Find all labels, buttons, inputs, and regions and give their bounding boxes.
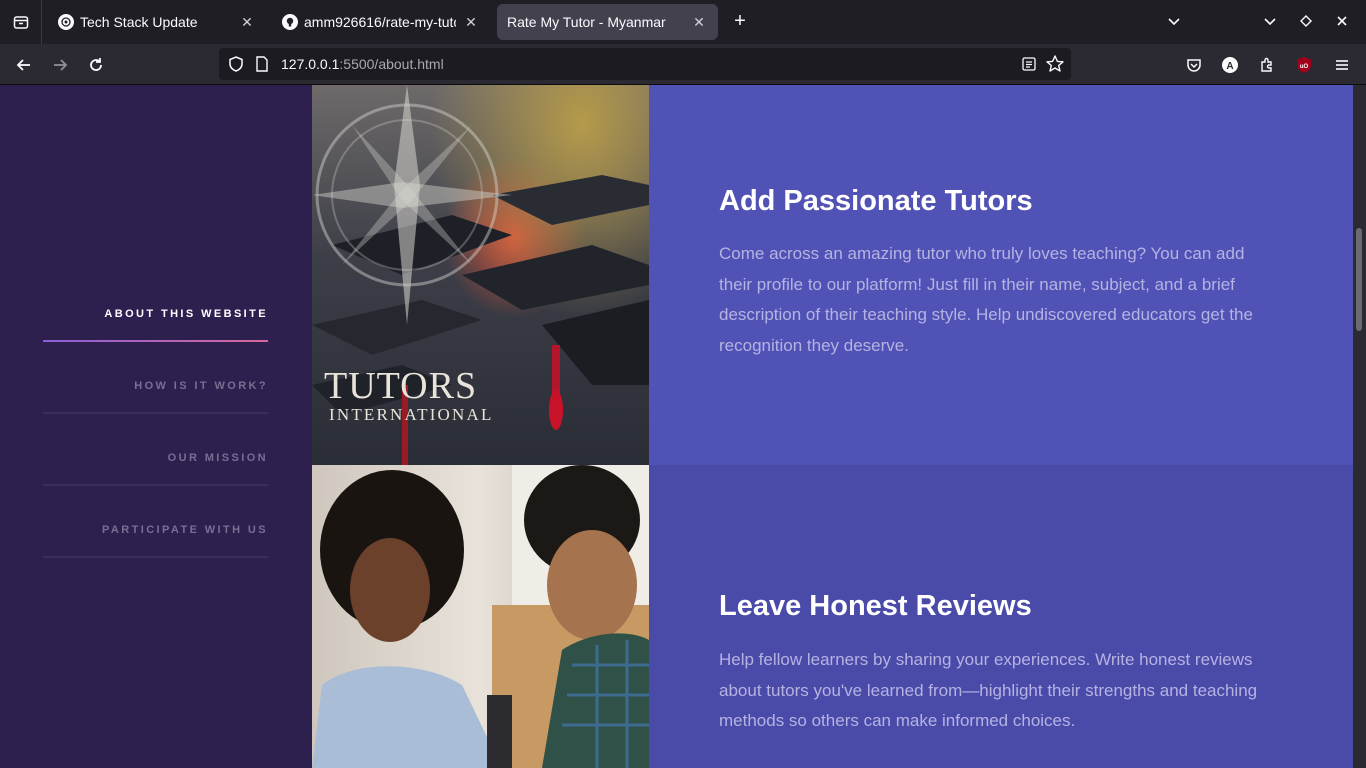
bookmark-star-icon[interactable]	[1045, 54, 1065, 79]
url-bar[interactable]: 127.0.0.1:5500/about.html	[219, 48, 1071, 80]
sidebar-item-label: HOW IS IT WORK?	[134, 380, 268, 392]
sidebar-item-how-is-it-work[interactable]: HOW IS IT WORK?	[43, 342, 268, 414]
reader-view-icon[interactable]	[1021, 56, 1037, 77]
maximize-diamond-icon[interactable]	[1288, 14, 1324, 31]
list-all-tabs-icon[interactable]	[1156, 14, 1192, 31]
sidebar-item-about-this-website[interactable]: ABOUT THIS WEBSITE	[43, 270, 268, 342]
tab-github-repo[interactable]: amm926616/rate-my-tutor ✕	[272, 4, 490, 40]
sidebar-item-label: PARTICIPATE WITH US	[102, 524, 268, 536]
tab-rate-my-tutor[interactable]: Rate My Tutor - Myanmar ✕	[497, 4, 718, 40]
tutor-student-photo	[312, 465, 649, 768]
account-avatar-icon[interactable]: A	[1220, 55, 1240, 75]
close-tab-icon[interactable]: ✕	[462, 14, 480, 31]
sidebar-item-our-mission[interactable]: OUR MISSION	[43, 414, 268, 486]
extensions-puzzle-icon[interactable]	[1257, 55, 1277, 75]
forward-arrow-icon	[54, 59, 68, 71]
close-tab-icon[interactable]: ✕	[690, 14, 708, 31]
minimize-chevron-icon[interactable]	[1252, 14, 1288, 31]
page-viewport: ABOUT THIS WEBSITE HOW IS IT WORK? OUR M…	[0, 85, 1366, 768]
firefox-view-button[interactable]	[0, 0, 42, 44]
feature-description: Help fellow learners by sharing your exp…	[719, 650, 1258, 730]
forward-button[interactable]	[45, 50, 75, 80]
reload-button[interactable]	[81, 50, 111, 80]
tab-title: amm926616/rate-my-tutor	[304, 14, 456, 30]
feature-leave-reviews: Leave Honest Reviews Help fellow learner…	[649, 465, 1353, 768]
shield-icon[interactable]	[227, 55, 245, 78]
sidebar-item-label: ABOUT THIS WEBSITE	[104, 308, 268, 320]
chatgpt-icon	[58, 14, 74, 30]
tab-title: Rate My Tutor - Myanmar	[507, 14, 666, 30]
back-arrow-icon	[16, 59, 30, 71]
page-scrollbar[interactable]	[1353, 85, 1366, 768]
tab-title: Tech Stack Update	[80, 14, 198, 30]
hamburger-menu-icon[interactable]	[1332, 55, 1352, 75]
feature-heading: Leave Honest Reviews	[719, 590, 1032, 622]
github-icon	[282, 14, 298, 30]
firefox-view-icon	[13, 16, 28, 29]
back-button[interactable]	[9, 50, 39, 80]
graduation-photo: TUTORS INTERNATIONAL	[312, 85, 649, 465]
about-sidebar-nav: ABOUT THIS WEBSITE HOW IS IT WORK? OUR M…	[0, 85, 312, 768]
feature-heading: Add Passionate Tutors	[719, 185, 1033, 217]
tab-tech-stack-update[interactable]: Tech Stack Update ✕	[48, 4, 266, 40]
feature-add-tutors: Add Passionate Tutors Come across an ama…	[649, 85, 1353, 465]
tutors-international-logo: TUTORS INTERNATIONAL	[324, 367, 524, 425]
close-tab-icon[interactable]: ✕	[238, 14, 256, 31]
sidebar-item-label: OUR MISSION	[167, 452, 268, 464]
scrollbar-thumb[interactable]	[1356, 228, 1362, 331]
svg-text:uO: uO	[1300, 64, 1309, 70]
pocket-icon[interactable]	[1184, 55, 1204, 75]
close-window-icon[interactable]	[1324, 14, 1360, 31]
url-text[interactable]: 127.0.0.1:5500/about.html	[281, 56, 444, 72]
page-icon[interactable]	[255, 56, 269, 77]
feature-description: Come across an amazing tutor who truly l…	[719, 244, 1253, 355]
reload-icon	[90, 58, 102, 71]
navigation-toolbar: 127.0.0.1:5500/about.html A uO	[0, 44, 1366, 85]
ublock-origin-icon[interactable]: uO	[1294, 55, 1314, 75]
tutor-student-illustration	[312, 465, 649, 768]
new-tab-button[interactable]: +	[728, 10, 752, 34]
logo-brand-text: TUTORS	[324, 365, 478, 407]
svg-text:A: A	[1226, 61, 1233, 72]
tab-strip: Tech Stack Update ✕ amm926616/rate-my-tu…	[0, 0, 1366, 44]
url-host: 127.0.0.1	[281, 56, 340, 72]
sidebar-item-participate-with-us[interactable]: PARTICIPATE WITH US	[43, 486, 268, 558]
logo-brand-subtext: INTERNATIONAL	[329, 405, 494, 424]
url-path: :5500/about.html	[339, 56, 444, 72]
